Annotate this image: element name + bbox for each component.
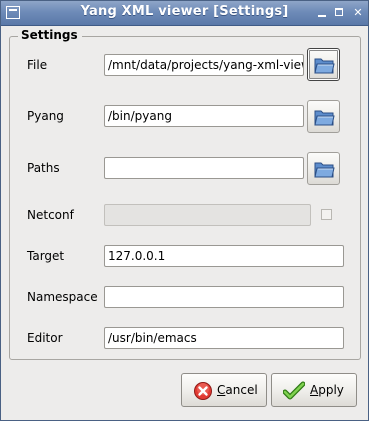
cancel-label: Cancel: [217, 383, 258, 397]
editor-field[interactable]: /usr/bin/emacs: [104, 327, 344, 349]
settings-group: [9, 36, 361, 360]
netconf-field: [104, 204, 311, 226]
minimize-icon[interactable]: [315, 6, 329, 20]
folder-icon: [314, 58, 335, 74]
namespace-label: Namespace: [27, 290, 98, 304]
cancel-icon: [194, 382, 212, 400]
settings-window: Yang XML viewer [Settings] ✕ Settings Fi…: [0, 0, 369, 421]
apply-label: Apply: [310, 383, 344, 397]
close-icon[interactable]: ✕: [351, 6, 365, 20]
file-field[interactable]: /mnt/data/projects/yang-xml-viewer/: [104, 54, 304, 76]
paths-browse-button[interactable]: [307, 152, 340, 185]
window-title: Yang XML viewer [Settings]: [80, 4, 289, 19]
target-label: Target: [27, 249, 65, 263]
netconf-checkbox[interactable]: [321, 209, 332, 220]
folder-icon: [314, 162, 335, 178]
netconf-label: Netconf: [27, 208, 74, 222]
target-field[interactable]: 127.0.0.1: [104, 245, 344, 267]
file-browse-button[interactable]: [307, 48, 340, 81]
namespace-field[interactable]: [104, 286, 344, 308]
paths-field[interactable]: [104, 157, 304, 179]
pyang-field[interactable]: /bin/pyang: [104, 105, 304, 127]
pyang-label: Pyang: [27, 109, 64, 123]
pyang-browse-button[interactable]: [307, 100, 340, 133]
cancel-button[interactable]: Cancel: [181, 373, 267, 407]
folder-icon: [314, 110, 335, 126]
title-bar[interactable]: Yang XML viewer [Settings] ✕: [1, 1, 368, 26]
apply-button[interactable]: Apply: [271, 373, 357, 407]
maximize-icon[interactable]: [333, 6, 347, 20]
settings-group-title: Settings: [18, 28, 82, 42]
editor-label: Editor: [27, 331, 63, 345]
file-label: File: [27, 58, 48, 72]
checkmark-icon: [283, 381, 305, 400]
paths-label: Paths: [27, 161, 60, 175]
